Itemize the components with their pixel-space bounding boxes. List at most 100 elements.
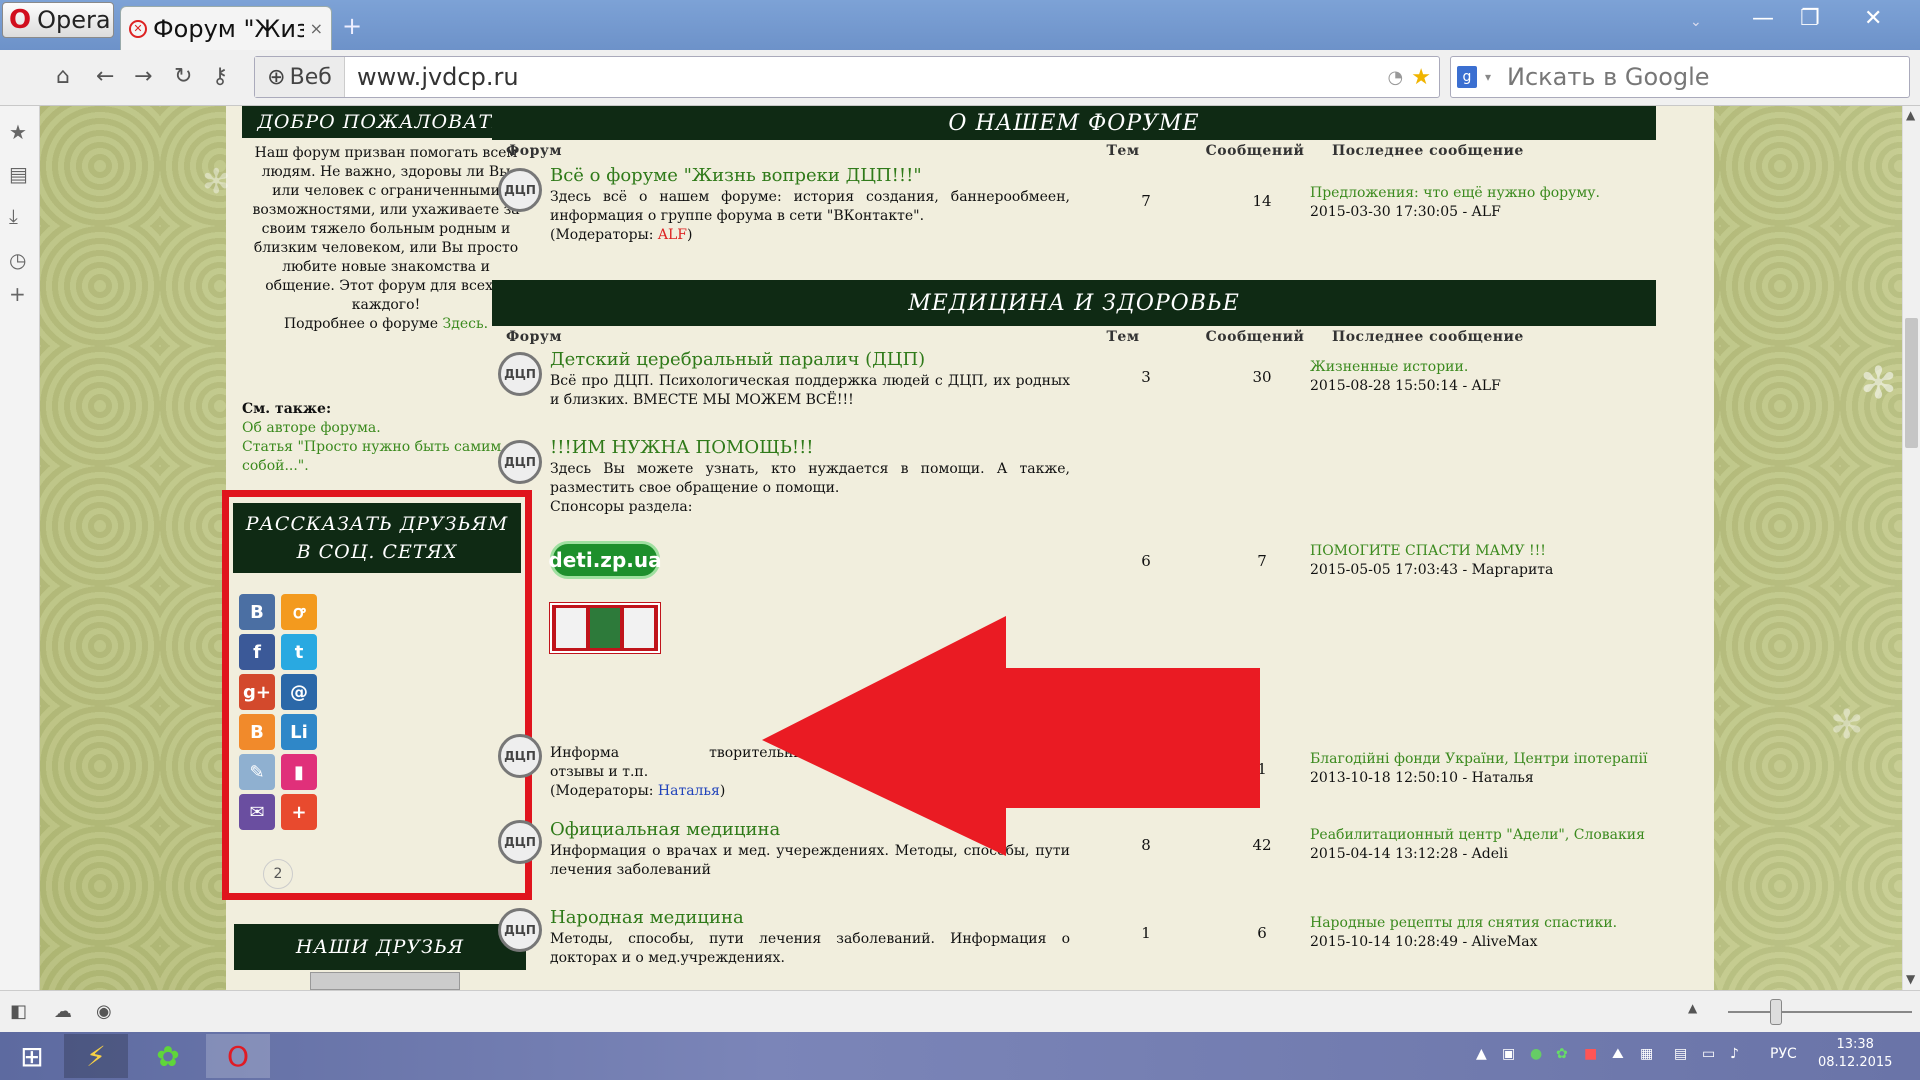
more-share-icon[interactable]: + <box>281 794 317 830</box>
forward-icon[interactable]: → <box>134 64 152 89</box>
sponsor-banner-image[interactable] <box>549 602 661 654</box>
forum-title-link[interactable]: Детский церебральный паралич (ДЦП) <box>550 348 1070 372</box>
facebook-icon[interactable]: f <box>239 634 275 670</box>
search-engine-dropdown-icon[interactable]: ▾ <box>1485 70 1491 84</box>
vkontakte-icon[interactable]: В <box>239 594 275 630</box>
liveinternet-icon[interactable]: Li <box>281 714 317 750</box>
last-post-link[interactable]: Предложения: что ещё нужно форуму. <box>1310 184 1656 203</box>
more-link[interactable]: Здесь. <box>442 316 488 332</box>
bookmark-star-icon[interactable]: ★ <box>1411 65 1431 90</box>
google-plus-icon[interactable]: g+ <box>239 674 275 710</box>
network-icon[interactable]: ▭ <box>1702 1046 1715 1062</box>
url-text[interactable]: www.jvdcp.ru <box>345 63 1388 91</box>
tray-app-icon[interactable]: ● <box>1530 1046 1542 1062</box>
last-post-meta: 2015-05-05 17:03:43 - Маргарита <box>1310 562 1554 578</box>
scroll-up-icon[interactable]: ▲ <box>1906 108 1915 122</box>
turbo-icon[interactable]: ◉ <box>96 1001 112 1022</box>
livejournal-icon[interactable]: ✎ <box>239 754 275 790</box>
forum-dcp-icon: ДЦП <box>498 820 542 864</box>
tray-expand-icon[interactable]: ▲ <box>1476 1046 1487 1062</box>
forum-row[interactable]: ДЦП Народная медицина Методы, способы, п… <box>492 906 1656 986</box>
col-last: Последнее сообщение <box>1332 143 1524 159</box>
new-tab-button[interactable]: + <box>342 12 362 40</box>
forum-title-link[interactable]: Народная медицина <box>550 906 1070 930</box>
tab-title: Форум "Жиз... <box>153 14 304 43</box>
address-bar[interactable]: ⊕ Веб www.jvdcp.ru ◔ ★ <box>254 56 1440 98</box>
key-icon[interactable]: ⚷ <box>212 64 228 89</box>
mail-ru-icon[interactable]: @ <box>281 674 317 710</box>
restore-icon[interactable]: ❐ <box>1800 6 1820 31</box>
tray-app-icon[interactable]: ▤ <box>1674 1046 1687 1062</box>
windows-taskbar: ⊞ ⚡ ✿ O ▲ ▣ ● ✿ ■ ⛰ ▦ ▤ ▭ ♪ РУС 13:38 08… <box>0 1032 1920 1080</box>
forum-row[interactable]: ДЦП Детский церебральный паралич (ДЦП) В… <box>492 348 1656 436</box>
icq-tray-icon[interactable]: ✿ <box>1556 1046 1568 1062</box>
moderator-link[interactable]: ALF <box>658 227 687 243</box>
language-indicator[interactable]: РУС <box>1770 1046 1797 1062</box>
moderator-link[interactable]: Наталья <box>658 783 720 799</box>
back-icon[interactable]: ← <box>96 64 114 89</box>
address-web-label[interactable]: ⊕ Веб <box>255 57 345 97</box>
windows-start-icon[interactable]: ⊞ <box>0 1034 64 1078</box>
minimize-icon[interactable]: — <box>1752 6 1774 31</box>
forum-row[interactable]: ДЦП Всё о форуме "Жизнь вопреки ДЦП!!!" … <box>492 162 1656 274</box>
downloads-icon[interactable]: ⤓ <box>9 204 18 228</box>
tab-close-icon[interactable]: × <box>310 19 323 38</box>
close-window-icon[interactable]: ✕ <box>1864 6 1882 31</box>
blogger-icon[interactable]: B <box>239 714 275 750</box>
author-link[interactable]: Об авторе форума. <box>242 420 381 436</box>
last-post-link[interactable]: Жизненные истории. <box>1310 358 1656 377</box>
scroll-down-icon[interactable]: ▼ <box>1906 972 1915 986</box>
tray-app-icon[interactable]: ▣ <box>1502 1046 1515 1062</box>
desc-start: Информа <box>550 745 620 761</box>
twitter-icon[interactable]: t <box>281 634 317 670</box>
reload-icon[interactable]: ↻ <box>174 64 192 89</box>
notes-icon[interactable]: ▤ <box>9 162 28 186</box>
add-panel-icon[interactable]: + <box>9 282 26 306</box>
opera-taskbar-icon[interactable]: O <box>206 1034 270 1078</box>
view-options-icon[interactable]: ▲ <box>1688 1001 1697 1015</box>
last-post-link[interactable]: Реабилитационный центр "Адели", Словакия <box>1310 826 1656 845</box>
share-title-2: В СОЦ. СЕТЯХ <box>296 541 458 563</box>
vertical-scrollbar[interactable]: ▲ ▼ <box>1902 106 1920 990</box>
tab-list-icon[interactable]: ⌄ <box>1690 14 1702 30</box>
volume-icon[interactable]: ♪ <box>1730 1046 1739 1062</box>
sponsors-label: Спонсоры раздела: <box>550 499 693 515</box>
opera-logo-icon: O <box>9 5 32 35</box>
navigation-bar: ⌂ ← → ↻ ⚷ ⊕ Веб www.jvdcp.ru ◔ ★ g ▾ Иска… <box>0 50 1920 106</box>
zoom-slider-track[interactable] <box>1728 1011 1912 1013</box>
forum-title-link[interactable]: Всё о форуме "Жизнь вопреки ДЦП!!!" <box>550 164 1070 188</box>
last-post-link[interactable]: ПОМОГИТЕ СПАСТИ МАМУ !!! <box>1310 542 1656 561</box>
tray-app-icon[interactable]: ■ <box>1584 1046 1597 1062</box>
scrollbar-thumb[interactable] <box>1905 318 1918 448</box>
last-post-link[interactable]: Народные рецепты для снятия спастики. <box>1310 914 1656 933</box>
bookmarks-icon[interactable]: ★ <box>9 120 27 144</box>
home-icon[interactable]: ⌂ <box>56 64 70 89</box>
last-post: Благодійні фонди України, Центри іпотера… <box>1310 750 1656 788</box>
forum-title-link[interactable]: !!!ИМ НУЖНА ПОМОЩЬ!!! <box>550 436 1070 460</box>
social-icons-grid: Вꝍ f t g+ @ B Li ✎ ▮ ✉ + <box>239 594 319 830</box>
rss-icon[interactable]: ◔ <box>1388 67 1404 88</box>
article-link[interactable]: Статья "Просто нужно быть самим собой...… <box>242 439 501 474</box>
tray-app-icon[interactable]: ⛰ <box>1612 1046 1624 1062</box>
opera-menu-button[interactable]: O Opera <box>2 2 114 38</box>
odnoklassniki-icon[interactable]: ꝍ <box>281 594 317 630</box>
welcome-text: Наш форум призван помогать всем людям. Н… <box>252 145 520 313</box>
search-input[interactable]: Искать в Google <box>1507 63 1710 91</box>
clock[interactable]: 13:38 08.12.2015 <box>1818 1036 1892 1072</box>
browser-tab[interactable]: ✕ Форум "Жиз... × <box>120 6 332 50</box>
email-icon[interactable]: ✉ <box>239 794 275 830</box>
history-icon[interactable]: ◷ <box>9 248 26 272</box>
panel-toggle-icon[interactable]: ◧ <box>10 1001 27 1022</box>
deti-zp-sponsor-logo[interactable]: deti.zp.ua <box>548 541 662 579</box>
opera-unite-icon[interactable]: ☁ <box>54 1001 72 1022</box>
winamp-taskbar-icon[interactable]: ⚡ <box>64 1034 128 1078</box>
tray-app-icon[interactable]: ▦ <box>1640 1046 1653 1062</box>
last-post-link[interactable]: Благодійні фонди України, Центри іпотера… <box>1310 750 1656 769</box>
search-box[interactable]: g ▾ Искать в Google <box>1450 56 1910 98</box>
bookmark-icon[interactable]: ▮ <box>281 754 317 790</box>
google-search-icon[interactable]: g <box>1457 66 1477 88</box>
friends-banner[interactable] <box>310 972 460 990</box>
zoom-slider-knob[interactable] <box>1770 999 1782 1025</box>
share-header: РАССКАЗАТЬ ДРУЗЬЯМ В СОЦ. СЕТЯХ <box>233 503 521 573</box>
icq-taskbar-icon[interactable]: ✿ <box>136 1034 200 1078</box>
